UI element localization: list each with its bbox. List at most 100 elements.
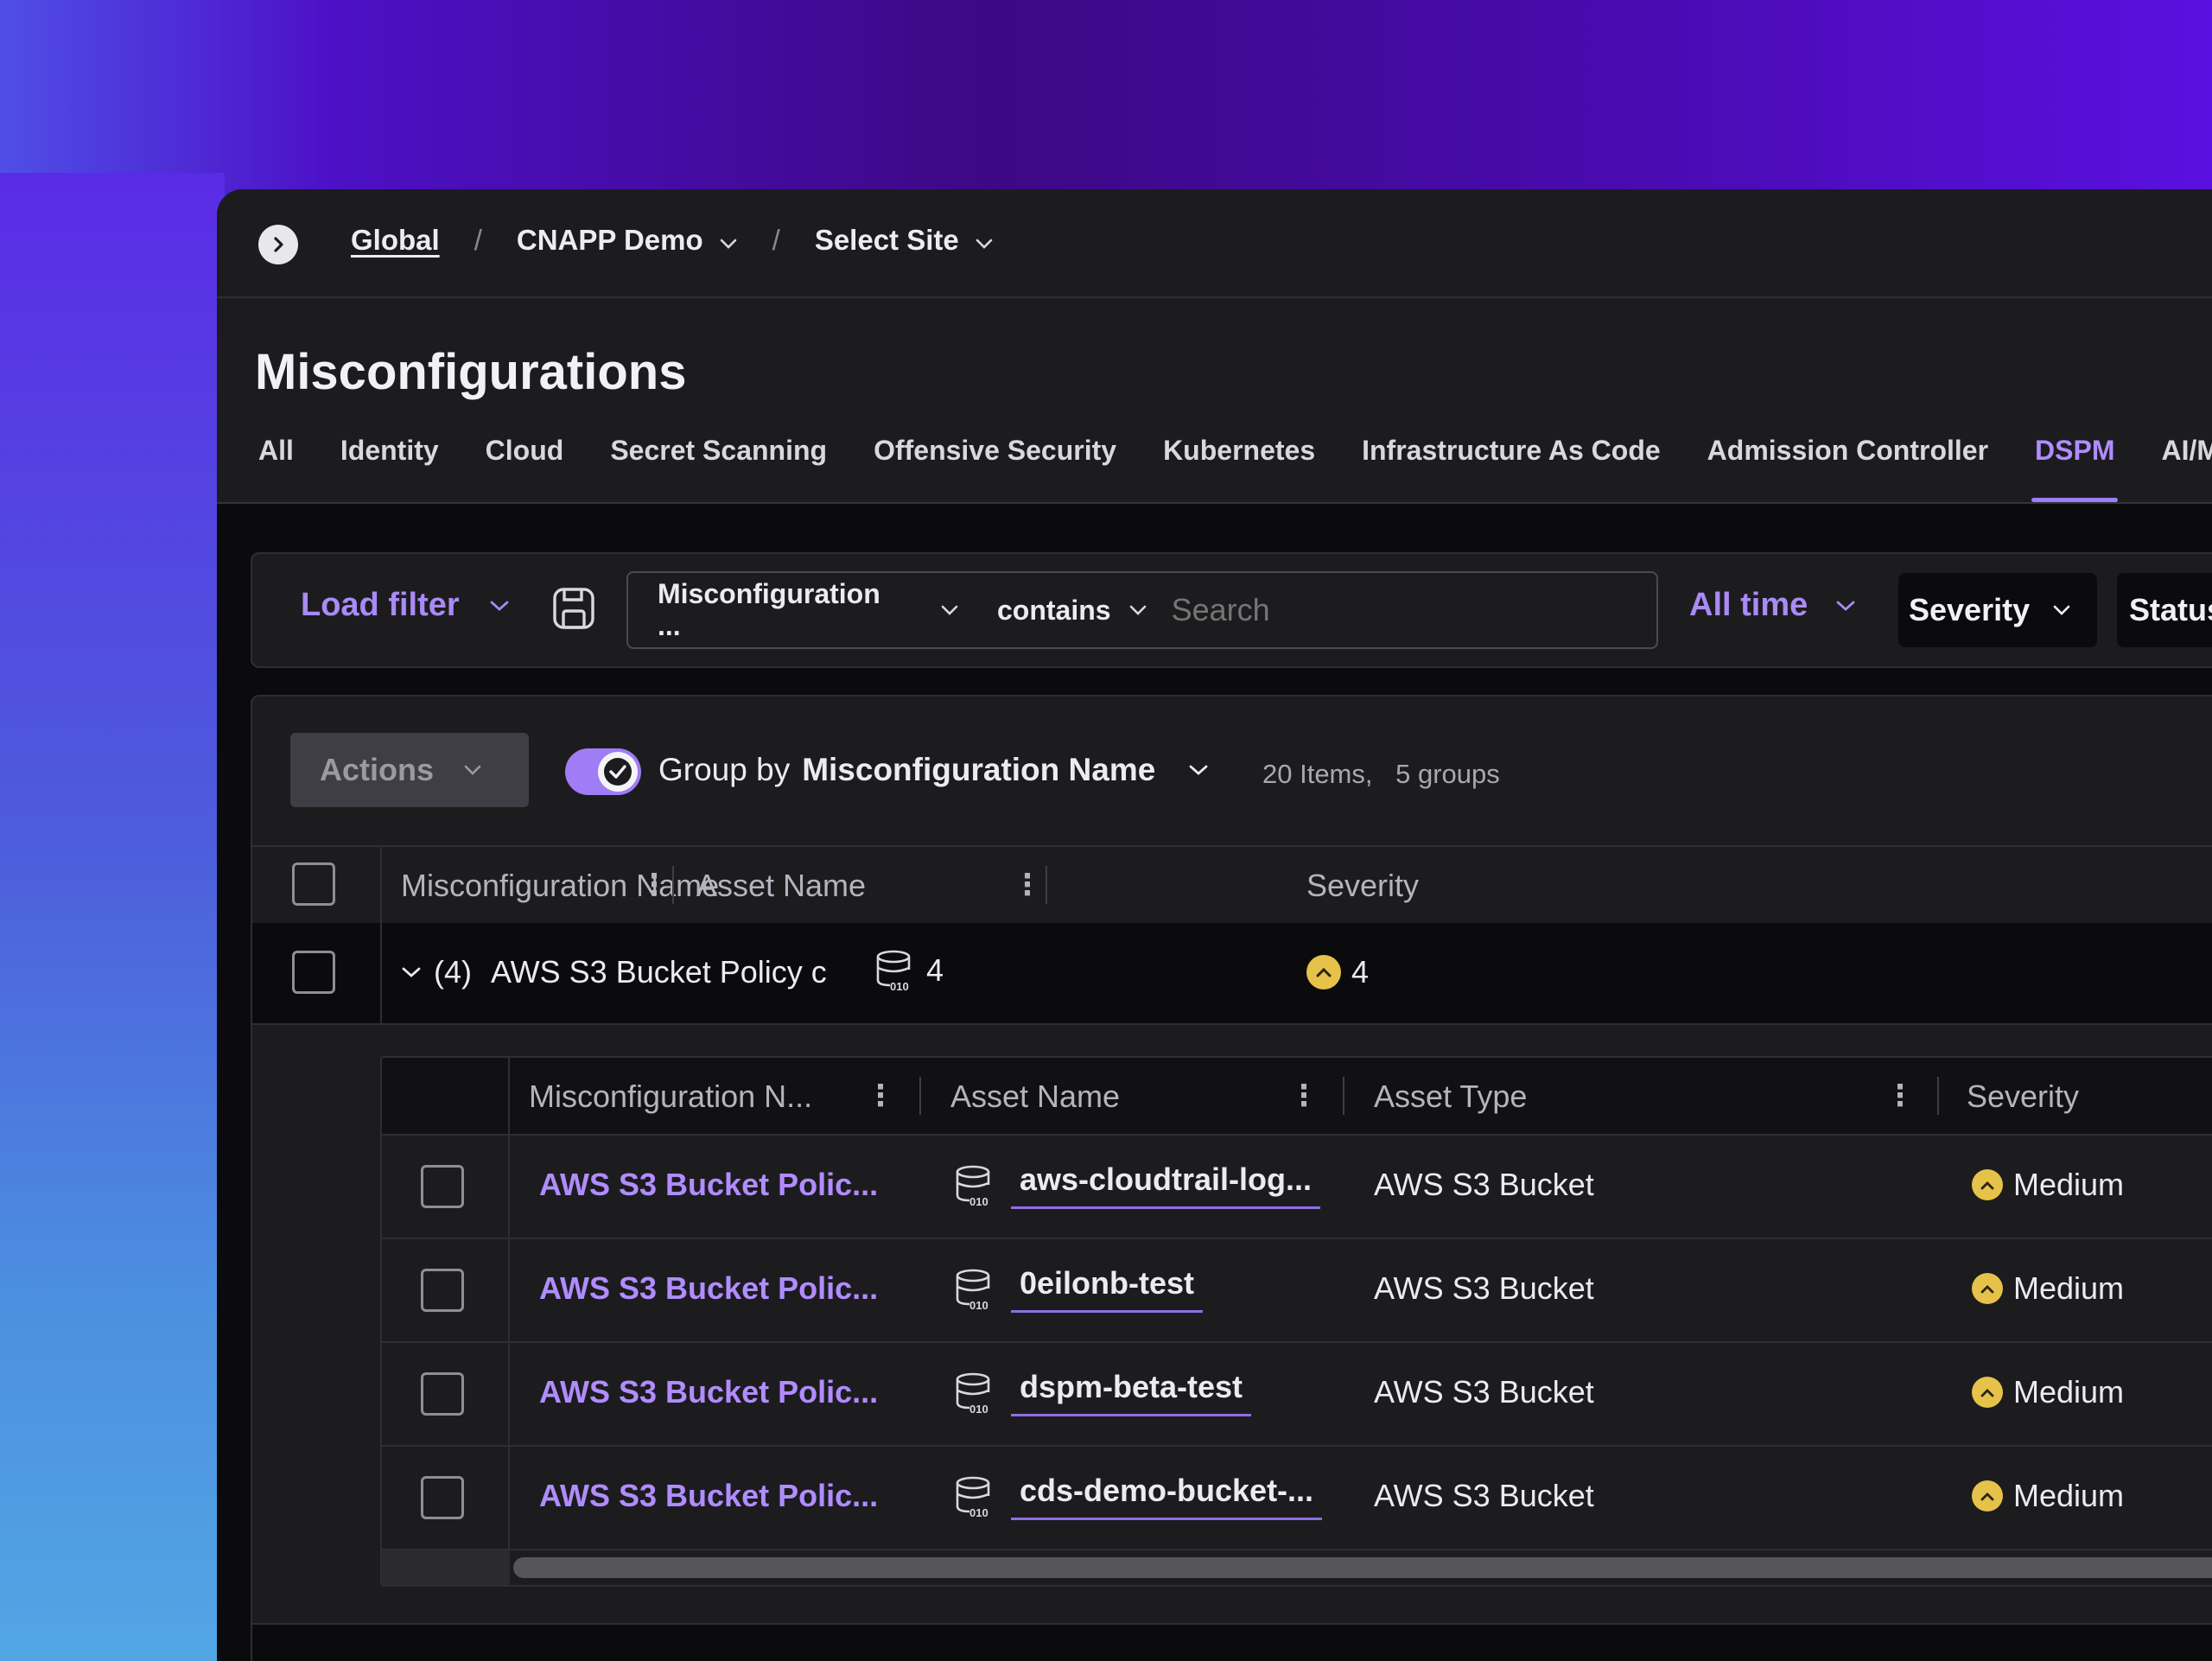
column-resize-handle[interactable] <box>919 1077 921 1115</box>
asset-type: AWS S3 Bucket <box>1374 1270 1594 1306</box>
asset-type: AWS S3 Bucket <box>1374 1167 1594 1202</box>
nested-header-misconfiguration-name[interactable]: Misconfiguration N... <box>529 1079 812 1115</box>
tab-identity[interactable]: Identity <box>340 435 439 502</box>
severity-filter-dropdown[interactable]: Severity <box>1898 573 2097 647</box>
asset-name-link[interactable]: aws-cloudtrail-log... <box>1011 1161 1321 1209</box>
actions-dropdown[interactable]: Actions <box>290 733 529 807</box>
time-range-dropdown[interactable]: All time <box>1689 587 1856 624</box>
column-header-asset-name[interactable]: Asset Name <box>696 868 866 904</box>
column-header-misconfiguration-name[interactable]: Misconfiguration Name <box>401 868 719 904</box>
page-title: Misconfigurations <box>255 344 687 400</box>
time-range-label: All time <box>1689 587 1808 623</box>
nested-header-severity[interactable]: Severity <box>1967 1079 2079 1115</box>
column-resize-handle[interactable] <box>1937 1077 1939 1115</box>
misconfiguration-link[interactable]: AWS S3 Bucket Polic... <box>539 1167 878 1203</box>
table-row[interactable]: AWS S3 Bucket Polic... 010 cds-demo-buck… <box>382 1447 2212 1550</box>
load-filter-label: Load filter <box>301 587 460 623</box>
severity-label: Medium <box>2013 1478 2125 1513</box>
status-filter-dropdown[interactable]: Status <box>2117 573 2212 647</box>
column-divider <box>508 1447 510 1549</box>
severity-medium-icon <box>1972 1169 2003 1200</box>
asset-name-link[interactable]: 0eilonb-test <box>1011 1265 1204 1313</box>
database-bucket-icon: 010 <box>954 1475 995 1518</box>
database-bucket-icon: 010 <box>874 949 916 992</box>
tab-ai-ml[interactable]: AI/ML <box>2161 435 2212 502</box>
chevron-down-icon <box>719 224 738 257</box>
kebab-menu-icon[interactable]: ⋮ <box>1013 868 1042 902</box>
asset-cell: 010 dspm-beta-test <box>954 1369 1252 1416</box>
breadcrumb-site-dropdown[interactable]: Select Site <box>815 224 994 257</box>
group-row[interactable] <box>252 1623 2212 1661</box>
tab-dspm[interactable]: DSPM <box>2031 435 2119 502</box>
svg-text:010: 010 <box>969 1506 988 1518</box>
column-resize-handle[interactable] <box>672 866 674 904</box>
severity-medium-icon <box>1972 1480 2003 1511</box>
group-by-toggle[interactable] <box>565 748 641 795</box>
tab-infrastructure-as-code[interactable]: Infrastructure As Code <box>1362 435 1661 502</box>
asset-cell: 010 0eilonb-test <box>954 1265 1204 1313</box>
row-checkbox[interactable] <box>421 1269 464 1312</box>
tab-offensive-security[interactable]: Offensive Security <box>874 435 1116 502</box>
group-by-selector[interactable]: Group by Misconfiguration Name <box>658 752 1209 788</box>
scrollbar-thumb[interactable] <box>513 1557 2212 1578</box>
kebab-menu-icon[interactable]: ⋮ <box>866 1079 895 1113</box>
asset-name-link[interactable]: cds-demo-bucket-... <box>1011 1473 1323 1520</box>
breadcrumb-account-dropdown[interactable]: CNAPP Demo <box>517 224 738 257</box>
category-tabs: All Identity Cloud Secret Scanning Offen… <box>258 435 2212 502</box>
save-filter-icon[interactable] <box>550 585 597 632</box>
asset-type: AWS S3 Bucket <box>1374 1374 1594 1410</box>
kebab-menu-icon[interactable]: ⋮ <box>1289 1079 1319 1113</box>
search-operator-label: contains <box>996 594 1111 626</box>
severity-label: Medium <box>2013 1270 2125 1306</box>
kebab-menu-icon[interactable]: ⋮ <box>639 868 669 902</box>
misconfiguration-link[interactable]: AWS S3 Bucket Polic... <box>539 1270 878 1307</box>
horizontal-scrollbar[interactable] <box>382 1550 2212 1585</box>
load-filter-dropdown[interactable]: Load filter <box>301 587 510 624</box>
column-divider <box>508 1343 510 1445</box>
tab-kubernetes[interactable]: Kubernetes <box>1163 435 1315 502</box>
group-severity-count-value: 4 <box>1351 954 1370 990</box>
table-header: Misconfiguration Name ⋮ Asset Name ⋮ Sev… <box>252 845 2212 925</box>
svg-text:010: 010 <box>969 1195 988 1207</box>
search-operator-dropdown[interactable]: contains <box>997 595 1147 627</box>
severity-cell: Medium <box>1972 1478 2124 1514</box>
misconfiguration-link[interactable]: AWS S3 Bucket Polic... <box>539 1478 878 1514</box>
column-resize-handle[interactable] <box>1343 1077 1344 1115</box>
table-row[interactable]: AWS S3 Bucket Polic... 010 dspm-beta-tes… <box>382 1343 2212 1447</box>
tab-all[interactable]: All <box>258 435 294 502</box>
kebab-menu-icon[interactable]: ⋮ <box>1885 1079 1915 1113</box>
group-asset-count-value: 4 <box>926 952 944 988</box>
misconfiguration-link[interactable]: AWS S3 Bucket Polic... <box>539 1374 878 1410</box>
database-bucket-icon: 010 <box>954 1268 995 1311</box>
tab-secret-scanning[interactable]: Secret Scanning <box>610 435 827 502</box>
chevron-right-circle-icon[interactable] <box>258 225 298 264</box>
severity-filter-label: Severity <box>1909 592 2031 627</box>
actions-label: Actions <box>320 752 435 787</box>
chevron-down-icon[interactable] <box>401 965 422 979</box>
row-checkbox[interactable] <box>421 1476 464 1519</box>
group-row[interactable]: (4) AWS S3 Bucket Policy c 010 4 4 <box>252 923 2212 1025</box>
row-checkbox[interactable] <box>421 1372 464 1416</box>
breadcrumb-global[interactable]: Global <box>351 224 440 257</box>
breadcrumb-account-label: CNAPP Demo <box>516 224 703 256</box>
select-all-checkbox[interactable] <box>292 862 335 906</box>
column-divider <box>380 847 382 923</box>
items-count: 20 Items, <box>1262 759 1373 789</box>
nested-header-asset-name[interactable]: Asset Name <box>950 1079 1120 1115</box>
search-input[interactable] <box>1169 591 1656 629</box>
column-resize-handle[interactable] <box>1046 866 1047 904</box>
group-row-checkbox[interactable] <box>292 951 335 994</box>
table-row[interactable]: AWS S3 Bucket Polic... 010 0eilonb-test … <box>382 1239 2212 1343</box>
severity-cell: Medium <box>1972 1167 2124 1203</box>
app-window: Global / CNAPP Demo / Select Site Miscon… <box>217 189 2212 1661</box>
search-field-dropdown[interactable]: Misconfiguration ... <box>658 578 959 642</box>
row-checkbox[interactable] <box>421 1165 464 1208</box>
asset-name-link[interactable]: dspm-beta-test <box>1011 1369 1252 1416</box>
severity-medium-icon <box>1972 1377 2003 1408</box>
table-row[interactable]: AWS S3 Bucket Polic... 010 aws-cloudtrai… <box>382 1136 2212 1239</box>
tab-cloud[interactable]: Cloud <box>486 435 564 502</box>
column-header-severity[interactable]: Severity <box>1306 868 1419 904</box>
result-counts: 20 Items, 5 groups <box>1262 759 1500 790</box>
tab-admission-controller[interactable]: Admission Controller <box>1707 435 1988 502</box>
nested-header-asset-type[interactable]: Asset Type <box>1374 1079 1527 1115</box>
